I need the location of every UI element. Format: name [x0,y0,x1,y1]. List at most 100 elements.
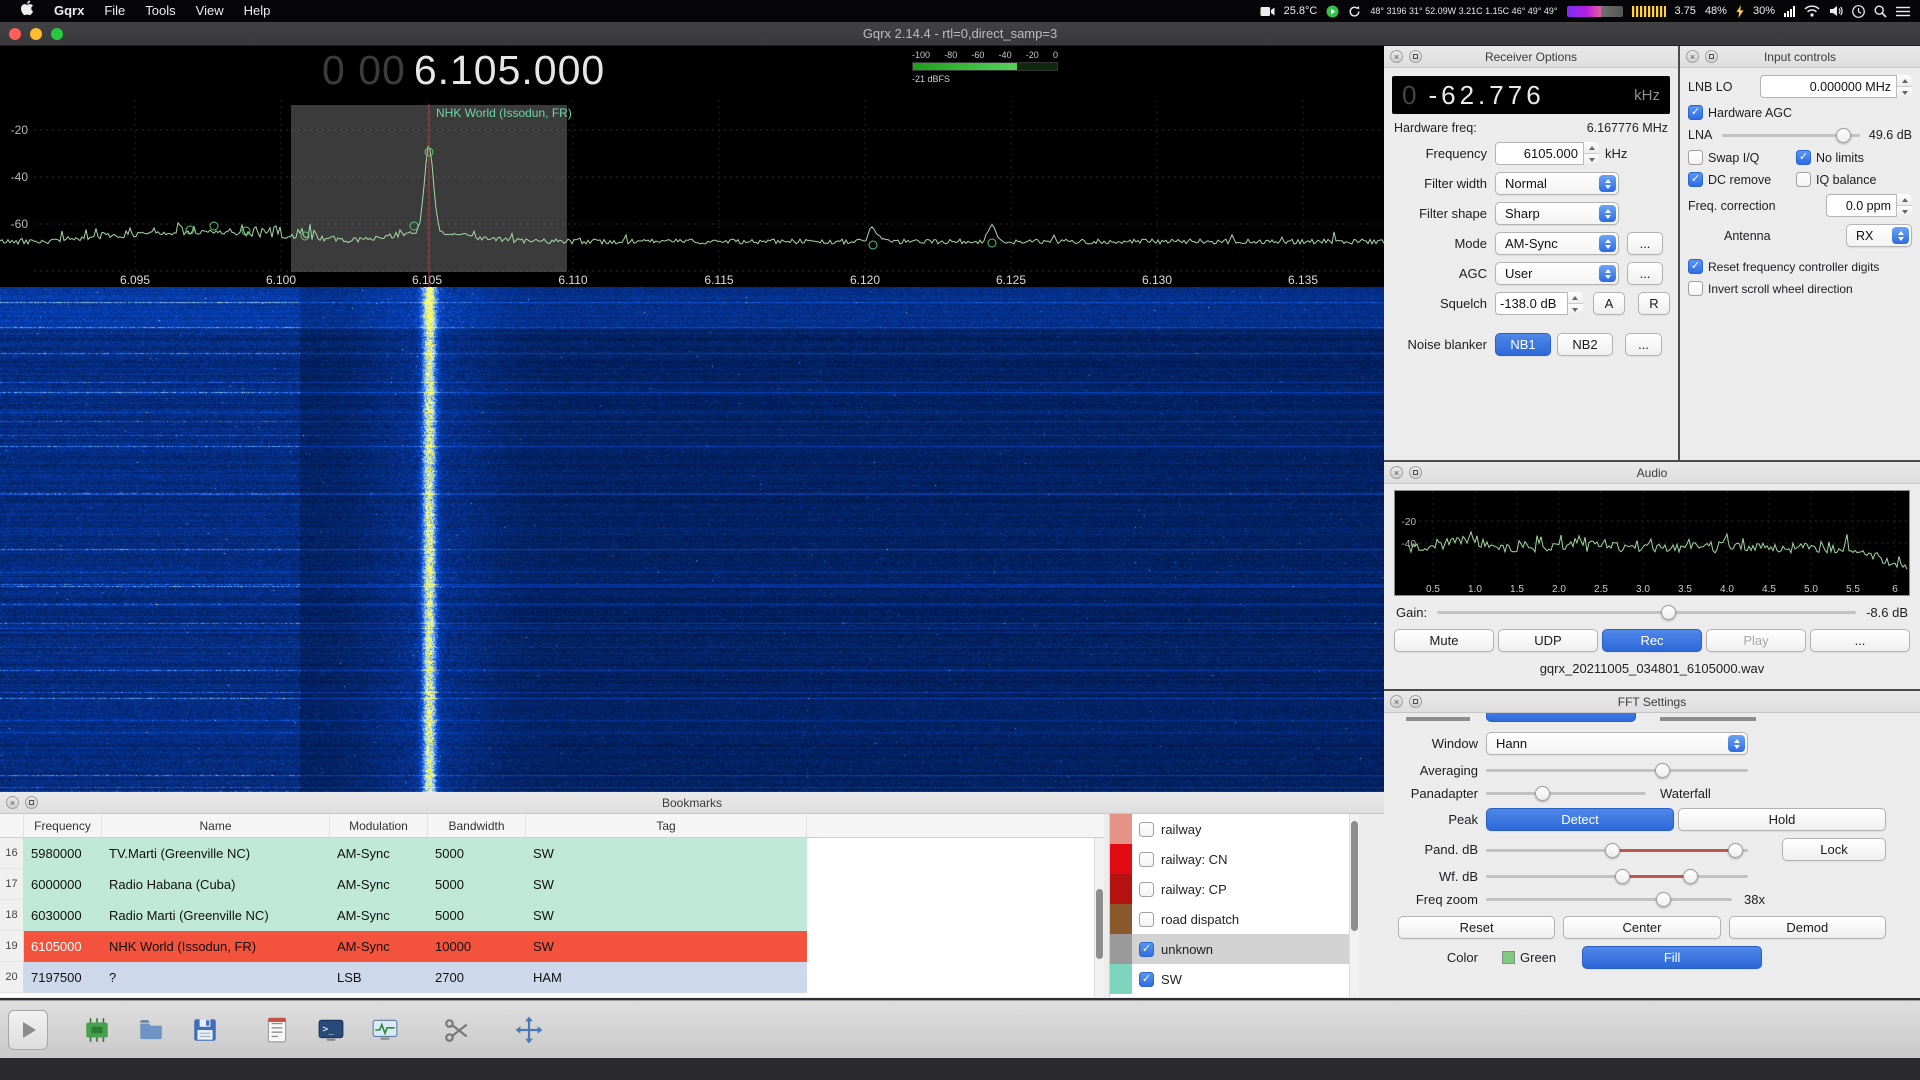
pand-lock-button[interactable]: Lock [1782,838,1886,861]
signal-bars-icon[interactable] [1784,6,1795,17]
menu-file[interactable]: File [94,0,135,22]
cell-tag[interactable]: SW [526,869,807,900]
swap-iq-checkbox[interactable] [1688,150,1703,165]
tag-checkbox[interactable] [1139,852,1154,867]
cell-name[interactable]: ? [102,962,330,993]
volume-icon[interactable] [1829,5,1843,17]
color-value[interactable]: Green [1520,950,1556,965]
cell-tag[interactable]: SW [526,931,807,962]
close-panel-icon[interactable]: × [1686,50,1699,63]
memory-reading[interactable]: 3.75 [1675,5,1696,17]
table-row-selected[interactable]: 19 6105000 NHK World (Issodun, FR) AM-Sy… [0,931,1104,962]
filter-shape-select[interactable]: Sharp [1495,202,1619,225]
detach-panel-icon[interactable] [1409,695,1422,708]
cell-frequency[interactable]: 7197500 [24,962,102,993]
tag-checkbox[interactable] [1139,942,1154,957]
cell-frequency[interactable]: 5980000 [24,838,102,869]
cell-frequency[interactable]: 6105000 [24,931,102,962]
cell-modulation[interactable]: AM-Sync [330,900,428,931]
cell-tag[interactable]: SW [526,838,807,869]
menu-gqrx[interactable]: Gqrx [44,0,94,22]
cell-bandwidth[interactable]: 10000 [428,931,526,962]
bookmarks-toggle-button[interactable] [254,1007,300,1053]
peak-detect-button[interactable]: Detect [1486,808,1674,831]
fill-button[interactable]: Fill [1582,946,1762,969]
nb2-button[interactable]: NB2 [1557,333,1613,356]
agc-options-button[interactable]: ... [1627,262,1663,285]
cell-bandwidth[interactable]: 5000 [428,869,526,900]
cell-name[interactable]: NHK World (Issodun, FR) [102,931,330,962]
cell-modulation[interactable]: LSB [330,962,428,993]
mute-button[interactable]: Mute [1394,629,1494,652]
panadapter-split-slider[interactable] [1486,785,1646,801]
detach-panel-icon[interactable] [1705,50,1718,63]
remote-control-button[interactable]: >_ [308,1007,354,1053]
tag-row[interactable]: railway: CN [1110,844,1359,874]
menu-help[interactable]: Help [234,0,281,22]
cell-frequency[interactable]: 6030000 [24,900,102,931]
scrollbar-thumb[interactable] [1096,889,1103,959]
cell-tag[interactable]: HAM [526,962,807,993]
pand-db-range-slider[interactable] [1486,842,1748,858]
load-settings-button[interactable] [128,1007,174,1053]
tag-color-swatch[interactable] [1110,874,1132,904]
waterfall[interactable] [0,287,1384,792]
cell-tag[interactable]: SW [526,900,807,931]
stepper-icon[interactable] [1896,194,1912,217]
channel-offset-display[interactable]: 0 -62.776 kHz [1392,76,1670,114]
cell-frequency[interactable]: 6000000 [24,869,102,900]
camera-icon[interactable] [1260,6,1275,17]
temperature-reading[interactable]: 25.8°C [1284,5,1318,17]
tag-color-swatch[interactable] [1110,904,1132,934]
stepper-icon[interactable] [1896,75,1912,98]
battery-reading[interactable]: 30% [1753,5,1775,17]
wf-db-range-slider[interactable] [1486,868,1748,884]
col-frequency[interactable]: Frequency [24,814,102,837]
start-dsp-button[interactable] [8,1010,48,1050]
time-span-select-clipped[interactable] [1486,713,1636,722]
close-panel-icon[interactable]: × [6,796,19,809]
detach-panel-icon[interactable] [1409,50,1422,63]
menu-list-icon[interactable] [1896,6,1910,17]
play-badge-icon[interactable] [1326,5,1339,18]
spectrum-plot[interactable]: 6.0956.1006.1056.1106.1156.1206.1256.130… [0,100,1384,287]
col-name[interactable]: Name [102,814,330,837]
filter-width-select[interactable]: Normal [1495,172,1619,195]
cell-bandwidth[interactable]: 5000 [428,900,526,931]
close-panel-icon[interactable]: × [1390,50,1403,63]
tag-checkbox[interactable] [1139,822,1154,837]
squelch-auto-button[interactable]: A [1593,292,1625,315]
iq-record-button[interactable] [362,1007,408,1053]
save-settings-button[interactable] [182,1007,228,1053]
table-row[interactable]: 20 7197500 ? LSB 2700 HAM [0,962,1104,993]
tag-row[interactable]: road dispatch [1110,904,1359,934]
nb-options-button[interactable]: ... [1625,333,1662,356]
dsp-tools-button[interactable] [434,1007,480,1053]
stepper-icon[interactable] [1567,292,1583,315]
squelch-input[interactable]: -138.0 dB [1495,292,1583,315]
cell-modulation[interactable]: AM-Sync [330,931,428,962]
hardware-agc-checkbox[interactable] [1688,105,1703,120]
apple-menu-icon[interactable] [10,0,44,23]
table-row[interactable]: 16 5980000 TV.Marti (Greenville NC) AM-S… [0,838,1104,869]
squelch-reset-button[interactable]: R [1638,292,1670,315]
tag-scrollbar[interactable] [1349,814,1359,997]
no-limits-checkbox[interactable] [1796,150,1811,165]
lnb-lo-input[interactable]: 0.000000 MHz [1760,75,1912,98]
cell-name[interactable]: Radio Marti (Greenville NC) [102,900,330,931]
spotlight-search-icon[interactable] [1874,5,1887,18]
freq-correction-input[interactable]: 0.0 ppm [1826,194,1912,217]
tag-checkbox[interactable] [1139,882,1154,897]
col-modulation[interactable]: Modulation [330,814,428,837]
tag-color-swatch[interactable] [1110,934,1132,964]
audio-gain-slider[interactable] [1437,604,1856,620]
disk-reading[interactable]: 48% [1705,5,1727,17]
detach-panel-icon[interactable] [25,796,38,809]
stepper-icon[interactable] [1583,142,1599,165]
fft-center-button[interactable]: Center [1563,916,1720,939]
peak-hold-button[interactable]: Hold [1678,808,1886,831]
tag-row[interactable]: railway: CP [1110,874,1359,904]
cell-modulation[interactable]: AM-Sync [330,838,428,869]
tuned-frequency-display[interactable]: 0 006.105.000 [322,47,605,94]
close-panel-icon[interactable]: × [1390,695,1403,708]
